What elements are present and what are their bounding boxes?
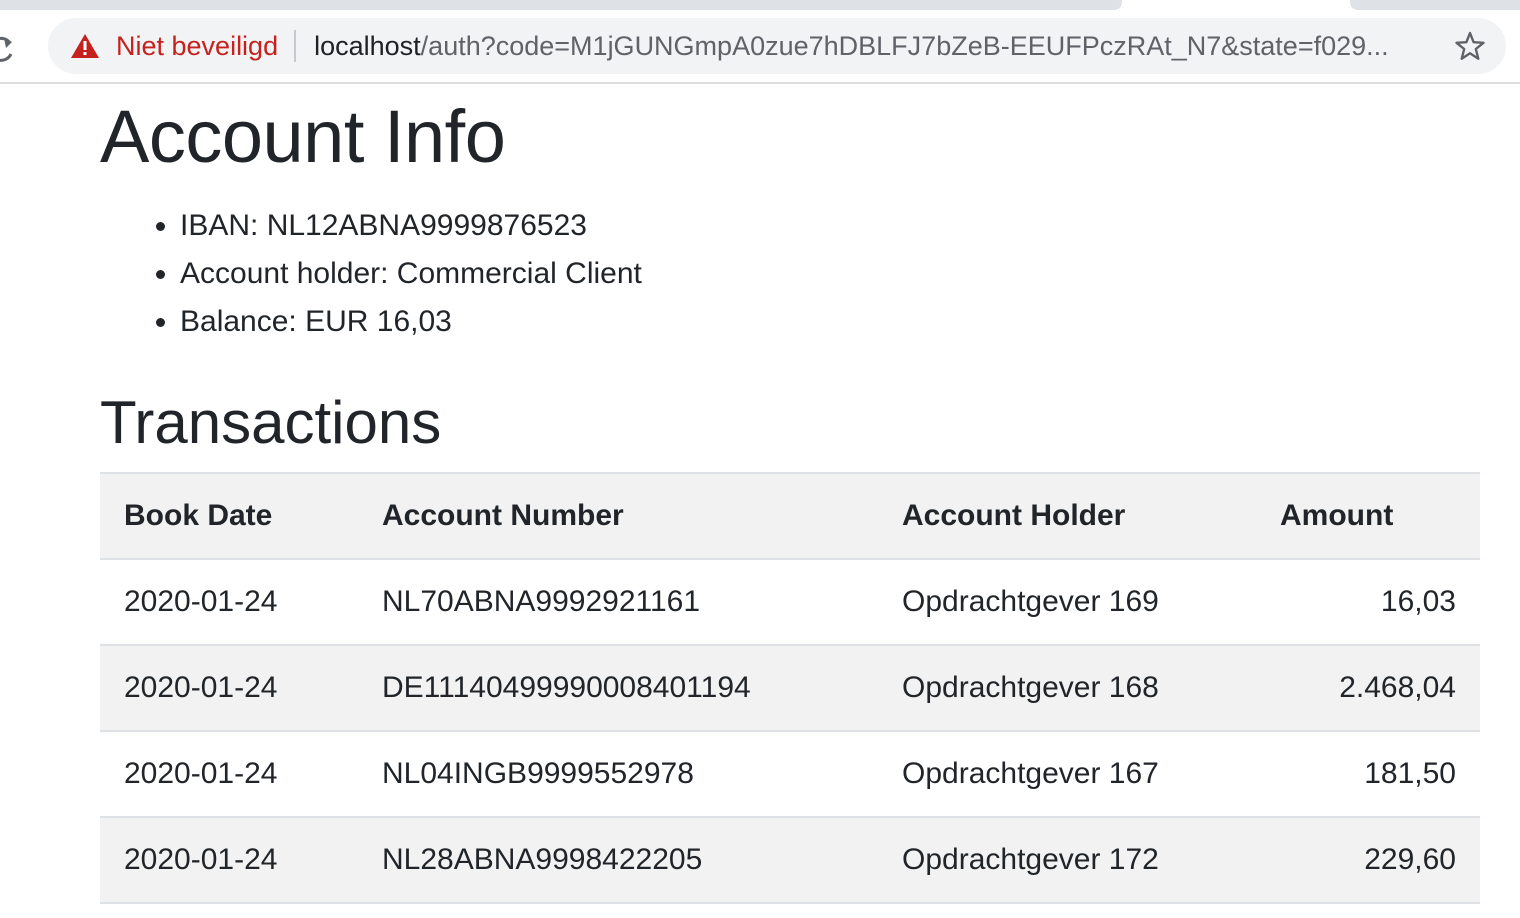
url-host: localhost	[314, 30, 421, 61]
url-text[interactable]: localhost/auth?code=M1jGUNGmpA0zue7hDBLF…	[314, 31, 1424, 62]
table-header-row: Book Date Account Number Account Holder …	[100, 472, 1480, 560]
cell-account-holder: Opdrachtgever 168	[878, 645, 1256, 732]
header-book-date: Book Date	[100, 472, 358, 560]
inactive-tab[interactable]	[1350, 0, 1520, 10]
url-path: /auth?code=M1jGUNGmpA0zue7hDBLFJ7bZeB-EE…	[420, 30, 1389, 61]
cell-amount: 2.468,04	[1256, 645, 1480, 732]
cell-account-number: DE11140499990008401194	[358, 645, 878, 732]
page-content: Account Info IBAN: NL12ABNA9999876523 Ac…	[100, 84, 1480, 904]
header-account-holder: Account Holder	[878, 472, 1256, 560]
transactions-heading: Transactions	[100, 389, 442, 456]
info-balance: Balance: EUR 16,03	[180, 298, 1480, 346]
header-amount: Amount	[1256, 472, 1480, 560]
security-status[interactable]: Niet beveiligd	[116, 31, 278, 62]
browser-toolbar: Niet beveiligd localhost/auth?code=M1jGU…	[0, 12, 1520, 82]
cell-amount: 16,03	[1256, 559, 1480, 646]
inactive-tab[interactable]	[0, 0, 1122, 10]
cell-amount: 229,60	[1256, 817, 1480, 904]
cell-account-number: NL28ABNA9998422205	[358, 817, 878, 904]
info-iban: IBAN: NL12ABNA9999876523	[180, 202, 1480, 250]
cell-book-date: 2020-01-24	[100, 645, 358, 732]
table-row: 2020-01-24 NL70ABNA9992921161 Opdrachtge…	[100, 559, 1480, 646]
warning-triangle-icon[interactable]	[70, 32, 100, 60]
cell-book-date: 2020-01-24	[100, 559, 358, 646]
cell-amount: 181,50	[1256, 731, 1480, 818]
info-account-holder: Account holder: Commercial Client	[180, 250, 1480, 298]
star-icon[interactable]	[1454, 30, 1486, 62]
address-separator	[294, 30, 297, 62]
page-title: Account Info	[100, 95, 506, 178]
reload-icon[interactable]	[0, 34, 16, 64]
table-row: 2020-01-24 DE11140499990008401194 Opdrac…	[100, 645, 1480, 732]
account-info-list: IBAN: NL12ABNA9999876523 Account holder:…	[100, 202, 1480, 346]
cell-account-number: NL70ABNA9992921161	[358, 559, 878, 646]
header-account-number: Account Number	[358, 472, 878, 560]
cell-account-number: NL04INGB9999552978	[358, 731, 878, 818]
cell-book-date: 2020-01-24	[100, 817, 358, 904]
transactions-table: Book Date Account Number Account Holder …	[100, 472, 1480, 904]
cell-account-holder: Opdrachtgever 169	[878, 559, 1256, 646]
tab-strip	[0, 0, 1520, 12]
cell-account-holder: Opdrachtgever 167	[878, 731, 1256, 818]
cell-book-date: 2020-01-24	[100, 731, 358, 818]
cell-account-holder: Opdrachtgever 172	[878, 817, 1256, 904]
address-bar[interactable]: Niet beveiligd localhost/auth?code=M1jGU…	[48, 18, 1506, 74]
table-row: 2020-01-24 NL04INGB9999552978 Opdrachtge…	[100, 731, 1480, 818]
table-row: 2020-01-24 NL28ABNA9998422205 Opdrachtge…	[100, 817, 1480, 904]
